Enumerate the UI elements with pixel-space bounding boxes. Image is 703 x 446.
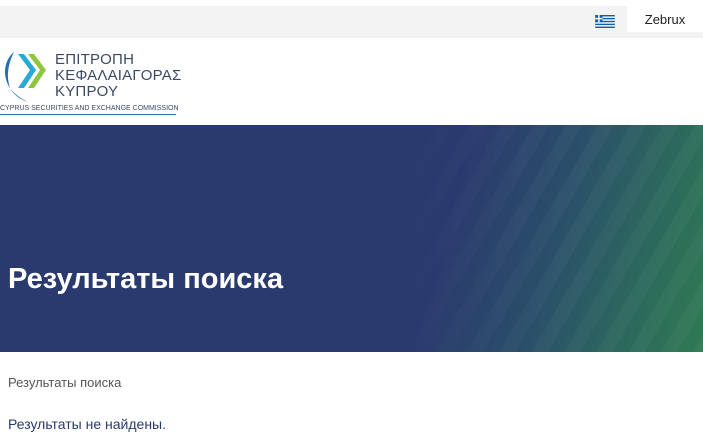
hero-decoration	[0, 125, 703, 352]
site-header: ΕΠΙΤΡΟΠΗ ΚΕΦΑΛΑΙΑΓΟΡΑΣ ΚΥΠΡΟΥ CYPRUS SEC…	[0, 38, 703, 125]
user-menu-button[interactable]: Zebrux	[627, 6, 703, 32]
logo-text-line-1: ΕΠΙΤΡΟΠΗ	[55, 51, 135, 68]
breadcrumb: Результаты поиска	[8, 375, 121, 390]
page-title: Результаты поиска	[8, 263, 284, 295]
logo-text-line-2: ΚΕΦΑΛΑΙΑΓΟΡΑΣ	[55, 67, 182, 84]
breadcrumb-current: Результаты поиска	[8, 375, 122, 390]
no-results-message: Результаты не найдены.	[8, 416, 167, 432]
page: Zebrux ΕΠΙΤΡΟΠΗ ΚΕΦΑΛΑΙΑΓΟΡΑΣ ΚΥΠΡΟΥ CYP…	[0, 0, 703, 446]
cysec-logo-mark-icon	[5, 52, 46, 102]
hero-banner: Результаты поиска	[0, 125, 703, 352]
top-utility-bar: Zebrux	[0, 6, 703, 38]
greek-flag-icon[interactable]	[595, 15, 615, 28]
site-logo-link[interactable]: ΕΠΙΤΡΟΠΗ ΚΕΦΑΛΑΙΑΓΟΡΑΣ ΚΥΠΡΟΥ CYPRUS SEC…	[0, 48, 200, 116]
logo-subtitle: CYPRUS SECURITIES AND EXCHANGE COMMISSIO…	[0, 104, 179, 115]
user-name-label: Zebrux	[644, 11, 686, 27]
logo-text-line-3: ΚΥΠΡΟΥ	[55, 83, 119, 100]
